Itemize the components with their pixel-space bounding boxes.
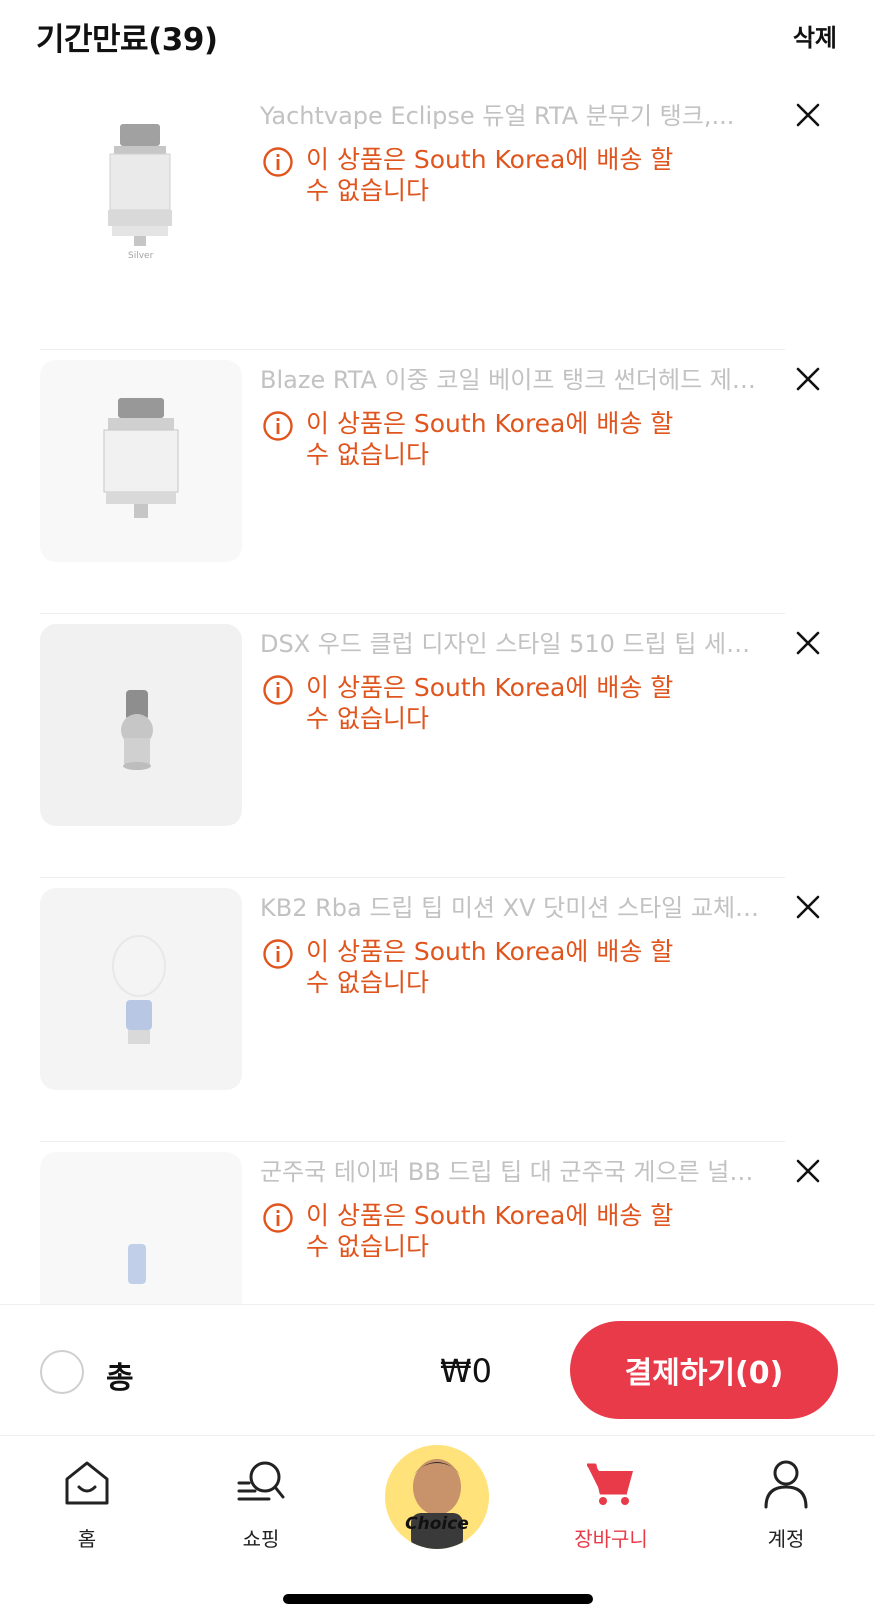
drip-tip-image <box>121 690 153 770</box>
cart-item[interactable]: DSX 우드 클럽 디자인 스타일 510 드립 팁 세… 이 상품은 Sout… <box>0 604 875 878</box>
page-header: 기간만료(39) 삭제 <box>0 0 875 76</box>
product-name[interactable]: Yachtvape Eclipse 듀얼 RTA 분무기 탱크,... <box>260 96 785 131</box>
atomizer-tank-image: Silver <box>108 124 172 261</box>
expired-items-list[interactable]: Silver Yachtvape Eclipse 듀얼 RTA 분무기 탱크,.… <box>0 76 875 1304</box>
product-name[interactable]: DSX 우드 클럽 디자인 스타일 510 드립 팁 세… <box>260 624 785 659</box>
tab-label: 계정 <box>767 1527 805 1551</box>
checkout-button[interactable]: 결제하기(0) <box>570 1321 838 1419</box>
shipping-warning: 이 상품은 South Korea에 배송 할 수 없습니다 <box>262 936 682 998</box>
info-icon <box>263 1203 293 1233</box>
checkout-bar: 총 ₩0 결제하기(0) <box>0 1304 875 1436</box>
account-icon <box>764 1460 808 1509</box>
drip-tip-image <box>128 1244 146 1284</box>
cart-item[interactable]: 군주국 테이퍼 BB 드립 팁 대 군주국 게으른 널… 이 상품은 South… <box>0 1132 875 1304</box>
product-image[interactable] <box>40 360 242 562</box>
cart-item[interactable]: Silver Yachtvape Eclipse 듀얼 RTA 분무기 탱크,.… <box>0 76 875 350</box>
shipping-warning: 이 상품은 South Korea에 배송 할 수 없습니다 <box>262 1200 682 1262</box>
total-label: 총 <box>106 1361 134 1396</box>
tab-label: 장바구니 <box>574 1527 648 1551</box>
shipping-warning: 이 상품은 South Korea에 배송 할 수 없습니다 <box>262 408 682 470</box>
info-icon <box>263 411 293 441</box>
product-name[interactable]: Blaze RTA 이중 코일 베이프 탱크 썬더헤드 제… <box>260 360 785 395</box>
info-icon <box>263 147 293 177</box>
shipping-warning: 이 상품은 South Korea에 배송 할 수 없습니다 <box>262 672 682 734</box>
product-name[interactable]: KB2 Rba 드립 팁 미션 XV 닷미션 스타일 교체… <box>260 888 785 923</box>
choice-badge[interactable]: Choice <box>385 1445 489 1549</box>
warning-text: 이 상품은 South Korea에 배송 할 수 없습니다 <box>306 409 674 469</box>
product-name[interactable]: 군주국 테이퍼 BB 드립 팁 대 군주국 게으른 널… <box>260 1152 785 1187</box>
tab-shopping[interactable]: 쇼핑 <box>201 1455 321 1552</box>
warning-text: 이 상품은 South Korea에 배송 할 수 없습니다 <box>306 937 674 997</box>
close-icon[interactable] <box>793 100 823 130</box>
cart-item[interactable]: KB2 Rba 드립 팁 미션 XV 닷미션 스타일 교체… 이 상품은 Sou… <box>0 868 875 1142</box>
close-icon[interactable] <box>793 364 823 394</box>
choice-label: Choice <box>405 1514 469 1534</box>
home-icon <box>65 1461 109 1505</box>
search-list-icon <box>237 1461 285 1501</box>
warning-text: 이 상품은 South Korea에 배송 할 수 없습니다 <box>306 673 674 733</box>
home-indicator <box>283 1594 593 1604</box>
info-icon <box>263 939 293 969</box>
close-icon[interactable] <box>793 1156 823 1186</box>
product-image[interactable]: Silver <box>40 76 242 298</box>
tab-account[interactable]: 계정 <box>726 1455 846 1552</box>
tab-cart[interactable]: 장바구니 <box>551 1455 671 1552</box>
close-icon[interactable] <box>793 892 823 922</box>
tab-home[interactable]: 홈 <box>27 1455 147 1552</box>
product-image[interactable] <box>40 1152 242 1304</box>
choice-badge-image: Choice <box>385 1445 489 1549</box>
warning-text: 이 상품은 South Korea에 배송 할 수 없습니다 <box>306 1201 674 1261</box>
delete-button[interactable]: 삭제 <box>793 18 837 53</box>
cart-item[interactable]: Blaze RTA 이중 코일 베이프 탱크 썬더헤드 제… 이 상품은 Sou… <box>0 340 875 614</box>
page-title: 기간만료(39) <box>36 22 218 58</box>
shipping-warning: 이 상품은 South Korea에 배송 할 수 없습니다 <box>262 144 682 206</box>
drip-tip-image <box>112 935 166 1044</box>
info-icon <box>263 675 293 705</box>
image-variant-label: Silver <box>128 251 154 261</box>
tank-image <box>103 398 179 518</box>
total-value: ₩0 <box>440 1352 492 1390</box>
product-image[interactable] <box>40 624 242 826</box>
product-image[interactable] <box>40 888 242 1090</box>
tab-label: 쇼핑 <box>242 1527 280 1551</box>
cart-icon <box>587 1463 633 1505</box>
warning-text: 이 상품은 South Korea에 배송 할 수 없습니다 <box>306 145 674 205</box>
tab-label: 홈 <box>77 1527 97 1551</box>
close-icon[interactable] <box>793 628 823 658</box>
select-all-radio[interactable] <box>40 1350 84 1394</box>
bottom-tab-bar: 홈 쇼핑 Choice 장바구니 계정 <box>0 1437 875 1577</box>
